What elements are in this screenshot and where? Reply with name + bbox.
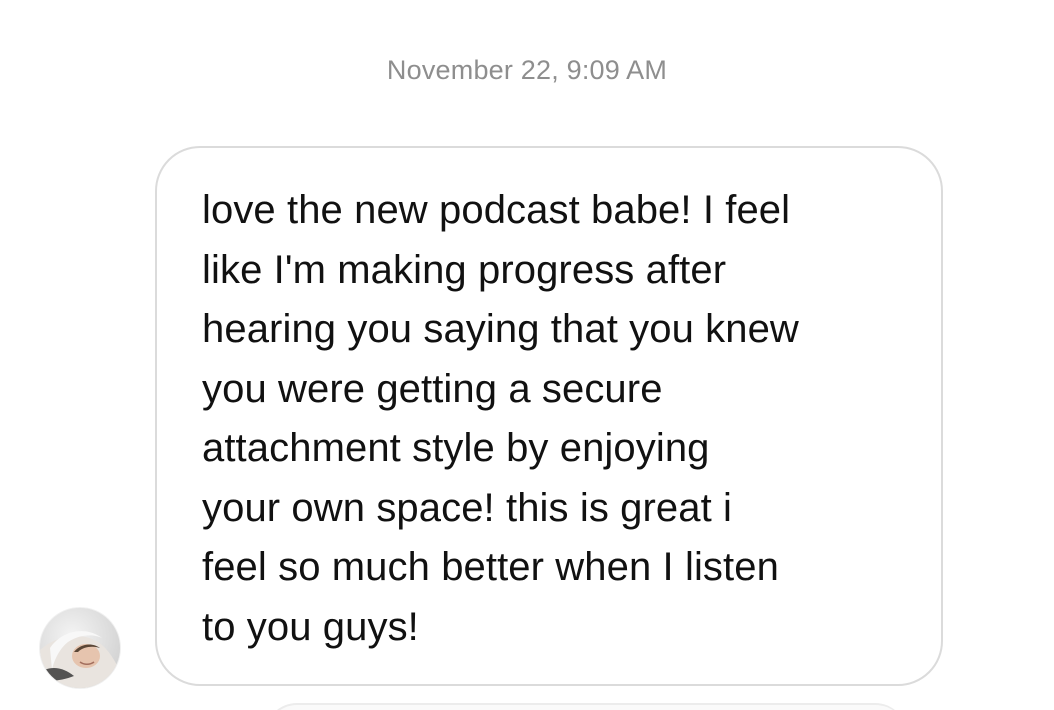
avatar-photo-icon [40,608,120,688]
incoming-message-bubble[interactable]: love the new podcast babe! I feel like I… [155,146,943,686]
next-message-bubble-edge [265,703,907,710]
message-thread: November 22, 9:09 AM love the new podcas… [0,0,1054,710]
message-text: love the new podcast babe! I feel like I… [202,188,799,649]
incoming-message-row: love the new podcast babe! I feel like I… [0,0,1054,710]
sender-avatar[interactable] [40,608,120,688]
